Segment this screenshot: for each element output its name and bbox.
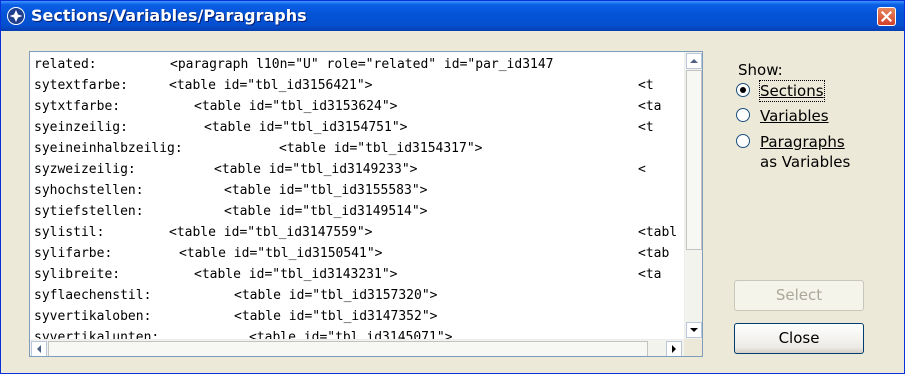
list-item[interactable]: related: <paragraph l10n="U" role="relate…	[34, 54, 684, 76]
list-item-tag: <table id="tbl_id3149514">	[224, 204, 428, 219]
list-item-name: syhochstellen:	[34, 183, 144, 198]
list-item-tail: <	[638, 162, 646, 177]
list-item-name: related:	[34, 57, 97, 72]
scroll-left-arrow-icon[interactable]	[31, 341, 47, 356]
title-bar[interactable]: Sections/Variables/Paragraphs	[1, 1, 904, 31]
list-item-name: sylifarbe:	[34, 246, 113, 261]
list-item-tag: <table id="tbl_id3156421">	[169, 78, 373, 93]
list-item-name: syzweizeilig:	[34, 162, 136, 177]
list-viewport: related: <paragraph l10n="U" role="relate…	[30, 52, 685, 340]
list-item[interactable]: sylibreite: <table id="tbl_id3143231"> <ta	[34, 264, 684, 286]
radio-variables-button[interactable]	[736, 108, 750, 122]
close-x-icon[interactable]	[877, 7, 896, 26]
list-item-tail: <ta	[638, 267, 662, 282]
openoffice-gull-icon	[7, 7, 25, 25]
list-item-name: sytiefstellen:	[34, 204, 144, 219]
list-item-name: syeineinhalbzeilig:	[34, 141, 183, 156]
list-item-name: sytextfarbe:	[34, 78, 128, 93]
list-item[interactable]: syhochstellen: <table id="tbl_id3155583">	[34, 180, 684, 202]
list-item-tail: <tabl	[638, 225, 678, 240]
scroll-down-arrow-icon[interactable]	[686, 322, 702, 338]
radio-paragraphs-label: Paragraphs	[760, 133, 845, 151]
dialog-window: Sections/Variables/Paragraphs related: <p…	[0, 0, 905, 374]
list-item-name: syflaechenstil:	[34, 288, 152, 303]
list-item-tail: <t	[638, 78, 654, 93]
list-item-tail: <tab	[638, 246, 670, 261]
radio-paragraphs-label-line2: as Variables	[760, 153, 851, 171]
radio-paragraphs-button[interactable]	[736, 134, 750, 148]
scroll-right-arrow-icon[interactable]	[666, 341, 682, 356]
scrollbar-corner	[684, 339, 702, 356]
list-item-tag: <table id="tbl_id3153624">	[194, 99, 398, 114]
select-button[interactable]: Select	[734, 280, 864, 311]
list-item-name: sylistil:	[34, 225, 105, 240]
close-button[interactable]: Close	[734, 323, 864, 354]
list-item-tag: <table id="tbl_id3154317">	[279, 141, 483, 156]
list-item-tag: <table id="tbl_id3157320">	[234, 288, 438, 303]
list-item-name: syvertikaloben:	[34, 309, 152, 324]
list-item[interactable]: sytextfarbe: <table id="tbl_id3156421"> <t	[34, 75, 684, 97]
list-item-tag: <table id="tbl_id3154751">	[204, 120, 408, 135]
list-item[interactable]: sylifarbe: <table id="tbl_id3150541"> <tab	[34, 243, 684, 265]
list-item[interactable]: syflaechenstil: <table id="tbl_id3157320"…	[34, 285, 684, 307]
list-item[interactable]: syvertikaloben: <table id="tbl_id3147352"…	[34, 306, 684, 328]
list-item-name: sylibreite:	[34, 267, 121, 282]
list-item[interactable]: sytxtfarbe: <table id="tbl_id3153624"> <ta	[34, 96, 684, 118]
show-label: Show:	[738, 61, 783, 79]
list-item[interactable]: syeinzeilig: <table id="tbl_id3154751"> <t	[34, 117, 684, 139]
list-item-tail: <t	[638, 120, 654, 135]
list-item-tag: <table id="tbl_id3155583">	[224, 183, 428, 198]
list-item[interactable]: syeineinhalbzeilig: <table id="tbl_id3154…	[34, 138, 684, 160]
list-item-name: syeinzeilig:	[34, 120, 128, 135]
horizontal-scrollbar[interactable]	[30, 339, 684, 356]
radio-sections-label: Sections	[759, 80, 825, 102]
radio-variables-label: Variables	[760, 107, 829, 125]
list-item-tag: <paragraph l10n="U" role="related" id="p…	[170, 57, 554, 72]
list-item-tag: <table id="tbl_id3149233">	[214, 162, 418, 177]
list-item-tag: <table id="tbl_id3147559">	[169, 225, 373, 240]
list-item[interactable]: sytiefstellen: <table id="tbl_id3149514">	[34, 201, 684, 223]
horizontal-scroll-thumb[interactable]	[48, 341, 648, 356]
list-item[interactable]: syzweizeilig: <table id="tbl_id3149233"> <	[34, 159, 684, 181]
entries-listbox[interactable]: related: <paragraph l10n="U" role="relate…	[29, 51, 703, 357]
vertical-scrollbar[interactable]	[684, 52, 702, 340]
list-item-tag: <table id="tbl_id3147352">	[234, 309, 438, 324]
scroll-up-arrow-icon[interactable]	[686, 53, 702, 69]
list-item-name: sytxtfarbe:	[34, 99, 121, 114]
list-item-tag: <table id="tbl_id3143231">	[194, 267, 398, 282]
list-item-tail: <ta	[638, 99, 662, 114]
radio-sections-button[interactable]	[736, 83, 750, 97]
window-title: Sections/Variables/Paragraphs	[31, 6, 307, 25]
list-item[interactable]: sylistil: <table id="tbl_id3147559"> <tabl	[34, 222, 684, 244]
vertical-scroll-thumb[interactable]	[686, 70, 702, 250]
list-item-tag: <table id="tbl_id3150541">	[179, 246, 383, 261]
